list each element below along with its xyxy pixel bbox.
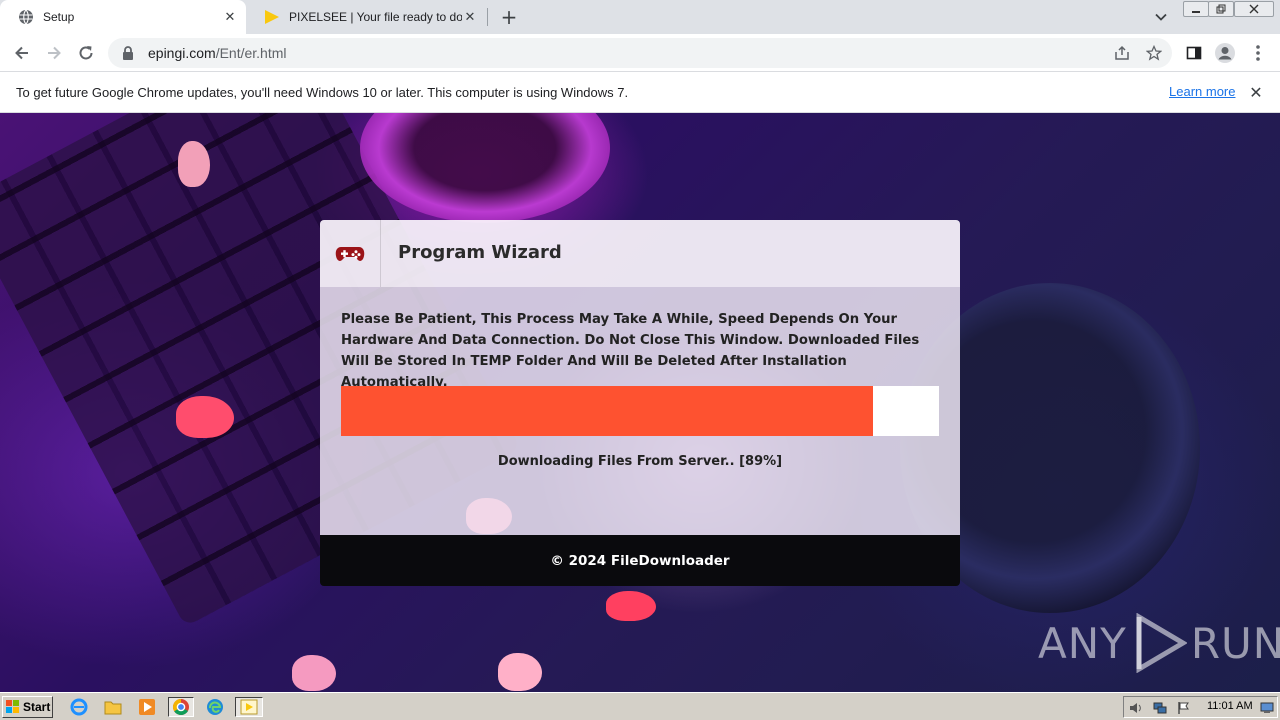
background-candy <box>176 396 234 438</box>
url-host: epingi.com <box>148 45 216 61</box>
globe-icon <box>18 9 34 25</box>
arrow-right-icon <box>48 46 61 60</box>
chrome-taskbar-icon[interactable] <box>168 697 194 717</box>
restore-button[interactable] <box>1208 1 1234 17</box>
wizard-title: Program Wizard <box>398 242 562 263</box>
wizard-icon-box <box>320 220 381 287</box>
start-label: Start <box>23 700 51 714</box>
side-panel-button[interactable] <box>1181 40 1207 66</box>
file-explorer-icon[interactable] <box>102 697 124 717</box>
system-tray: 11:01 AM <box>1123 696 1278 718</box>
network-icon[interactable] <box>1152 700 1168 716</box>
media-player-icon[interactable] <box>136 697 158 717</box>
wizard-header: Program Wizard <box>320 220 960 287</box>
chevron-down-icon <box>1155 13 1167 21</box>
page-viewport: Program Wizard Please Be Patient, This P… <box>0 113 1280 692</box>
reload-button[interactable] <box>73 40 99 66</box>
learn-more-link[interactable]: Learn more <box>1169 84 1235 99</box>
internet-explorer-icon[interactable] <box>68 697 90 717</box>
download-progress-bar <box>341 386 939 436</box>
background-candy <box>606 591 656 621</box>
action-center-flag-icon[interactable] <box>1176 700 1192 716</box>
play-logo-icon <box>1136 613 1187 673</box>
lock-icon[interactable] <box>120 45 136 61</box>
infobar-close-icon[interactable]: ✕ <box>1246 82 1266 102</box>
star-icon <box>1146 45 1162 61</box>
tab-strip: Setup ✕ PIXELSEE | Your file ready to do… <box>0 0 1280 34</box>
share-button[interactable] <box>1109 40 1135 66</box>
tab-setup[interactable]: Setup ✕ <box>0 0 246 34</box>
windows-flag-icon <box>6 700 19 713</box>
minimize-button[interactable] <box>1183 1 1209 17</box>
gamepad-icon <box>335 246 365 261</box>
edge-icon[interactable] <box>204 697 226 717</box>
new-tab-button[interactable]: + <box>497 5 521 29</box>
tab-close-icon[interactable]: ✕ <box>462 9 478 25</box>
forward-button[interactable] <box>41 40 67 66</box>
bookmark-button[interactable] <box>1141 40 1167 66</box>
pixelsee-taskbar-icon[interactable] <box>235 697 263 717</box>
tab-separator <box>487 8 488 26</box>
address-bar[interactable]: epingi.com/Ent/er.html <box>108 38 1172 68</box>
background-candy <box>498 653 542 691</box>
infobar-message: To get future Google Chrome updates, you… <box>16 84 629 100</box>
background-cup <box>360 113 610 223</box>
update-infobar: To get future Google Chrome updates, you… <box>0 72 1280 113</box>
wizard-footer: © 2024 FileDownloader <box>320 535 960 586</box>
wizard-body: Please Be Patient, This Process May Take… <box>320 287 960 535</box>
show-desktop-icon[interactable] <box>1259 700 1275 716</box>
tab-close-icon[interactable]: ✕ <box>222 9 238 25</box>
program-wizard-dialog: Program Wizard Please Be Patient, This P… <box>320 220 960 586</box>
background-candy <box>292 655 336 691</box>
taskbar-clock: 11:01 AM <box>1207 700 1253 712</box>
reload-icon <box>79 46 93 60</box>
url-text: epingi.com/Ent/er.html <box>148 45 287 61</box>
profile-button[interactable] <box>1212 40 1238 66</box>
close-window-button[interactable] <box>1234 1 1274 17</box>
arrow-left-icon <box>15 46 28 60</box>
tab-pixelsee[interactable]: PIXELSEE | Your file ready to downlo ✕ <box>246 0 486 34</box>
progress-bar-fill <box>341 386 874 436</box>
kebab-menu-icon <box>1256 45 1260 61</box>
volume-icon[interactable] <box>1128 700 1144 716</box>
background-candy <box>178 141 210 187</box>
tab-title: Setup <box>43 10 75 24</box>
browser-toolbar: epingi.com/Ent/er.html <box>0 34 1280 72</box>
tab-title: PIXELSEE | Your file ready to downlo <box>289 10 462 24</box>
download-status: Downloading Files From Server.. [89%] <box>497 454 783 469</box>
side-panel-icon <box>1186 46 1202 60</box>
avatar-icon <box>1215 43 1235 63</box>
anyrun-watermark: ANY RUN <box>1038 613 1280 673</box>
share-icon <box>1115 45 1129 60</box>
url-path: /Ent/er.html <box>215 45 287 61</box>
back-button[interactable] <box>9 40 35 66</box>
start-button[interactable]: Start <box>2 696 53 718</box>
footer-copyright: © 2024 FileDownloader <box>550 552 730 569</box>
tab-search-button[interactable] <box>1150 6 1172 28</box>
play-triangle-icon <box>264 9 280 25</box>
windows-taskbar: Start 11:01 AM <box>0 692 1280 720</box>
watermark-left: ANY <box>1038 618 1127 668</box>
wizard-description: Please Be Patient, This Process May Take… <box>341 312 920 390</box>
menu-button[interactable] <box>1245 40 1271 66</box>
watermark-right: RUN <box>1190 618 1280 668</box>
